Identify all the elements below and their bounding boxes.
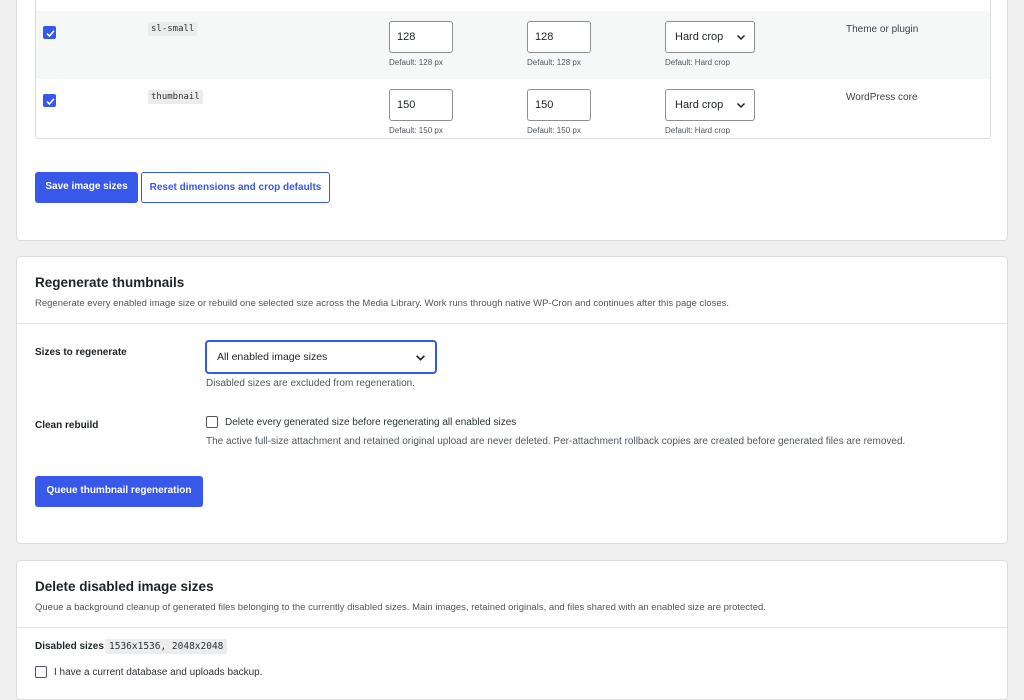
regenerate-description: Regenerate every enabled image size or r… <box>35 298 730 309</box>
checkmark-icon <box>46 98 55 106</box>
size-source: Theme or plugin <box>846 24 919 35</box>
regenerate-thumbnails-card: Regenerate thumbnails Regenerate every e… <box>16 256 1008 544</box>
disabled-sizes-label: Disabled sizes: <box>35 641 108 652</box>
width-input[interactable]: 150 <box>389 89 453 121</box>
backup-confirm-checkbox[interactable] <box>35 666 47 678</box>
default-crop-note: Default: Hard crop <box>665 58 730 67</box>
sizes-to-regenerate-label: Sizes to regenerate <box>35 347 127 358</box>
sizes-select-value: All enabled image sizes <box>217 351 328 363</box>
sizes-help-text: Disabled sizes are excluded from regener… <box>206 378 415 389</box>
chevron-down-icon <box>736 34 746 41</box>
image-sizes-card: sl-small 128 128 Hard crop Default: 128 … <box>16 0 1008 241</box>
height-input[interactable]: 150 <box>527 89 591 121</box>
crop-select[interactable]: Hard crop <box>665 89 755 121</box>
clean-rebuild-help: The active full-size attachment and reta… <box>206 436 906 447</box>
delete-disabled-sizes-card: Delete disabled image sizes Queue a back… <box>16 560 1008 700</box>
chevron-down-icon <box>416 355 425 361</box>
default-width-note: Default: 128 px <box>389 58 443 67</box>
image-sizes-table: sl-small 128 128 Hard crop Default: 128 … <box>35 0 991 139</box>
enable-size-checkbox[interactable] <box>43 26 56 39</box>
default-height-note: Default: 128 px <box>527 58 581 67</box>
crop-select[interactable]: Hard crop <box>665 21 755 53</box>
divider <box>17 627 1007 628</box>
table-row: sl-small 128 128 Hard crop Default: 128 … <box>36 11 990 79</box>
delete-disabled-title: Delete disabled image sizes <box>35 579 214 594</box>
size-name: thumbnail <box>148 90 203 104</box>
default-width-note: Default: 150 px <box>389 126 443 135</box>
size-source: WordPress core <box>846 92 918 103</box>
clean-rebuild-checkbox[interactable] <box>206 416 218 428</box>
checkmark-icon <box>46 30 55 38</box>
clean-rebuild-checkbox-label[interactable]: Delete every generated size before regen… <box>225 417 516 428</box>
regenerate-title: Regenerate thumbnails <box>35 275 185 290</box>
backup-confirm-label[interactable]: I have a current database and uploads ba… <box>54 667 262 678</box>
disabled-sizes-value: 1536x1536, 2048x2048 <box>105 639 228 654</box>
sizes-select[interactable]: All enabled image sizes <box>206 341 436 373</box>
delete-disabled-description: Queue a background cleanup of generated … <box>35 602 766 613</box>
default-height-note: Default: 150 px <box>527 126 581 135</box>
default-crop-note: Default: Hard crop <box>665 126 730 135</box>
divider <box>17 323 1007 324</box>
table-row: thumbnail 150 150 Hard crop Default: 150… <box>36 79 990 138</box>
enable-size-checkbox[interactable] <box>43 94 56 107</box>
clean-rebuild-label: Clean rebuild <box>35 420 99 431</box>
height-input[interactable]: 128 <box>527 21 591 53</box>
crop-select-value: Hard crop <box>675 31 724 43</box>
queue-regeneration-button[interactable]: Queue thumbnail regeneration <box>35 476 203 507</box>
save-image-sizes-button[interactable]: Save image sizes <box>35 172 138 203</box>
width-input[interactable]: 128 <box>389 21 453 53</box>
crop-select-value: Hard crop <box>675 99 724 111</box>
reset-defaults-button[interactable]: Reset dimensions and crop defaults <box>141 172 330 203</box>
chevron-down-icon <box>736 102 746 109</box>
size-name: sl-small <box>148 22 198 36</box>
